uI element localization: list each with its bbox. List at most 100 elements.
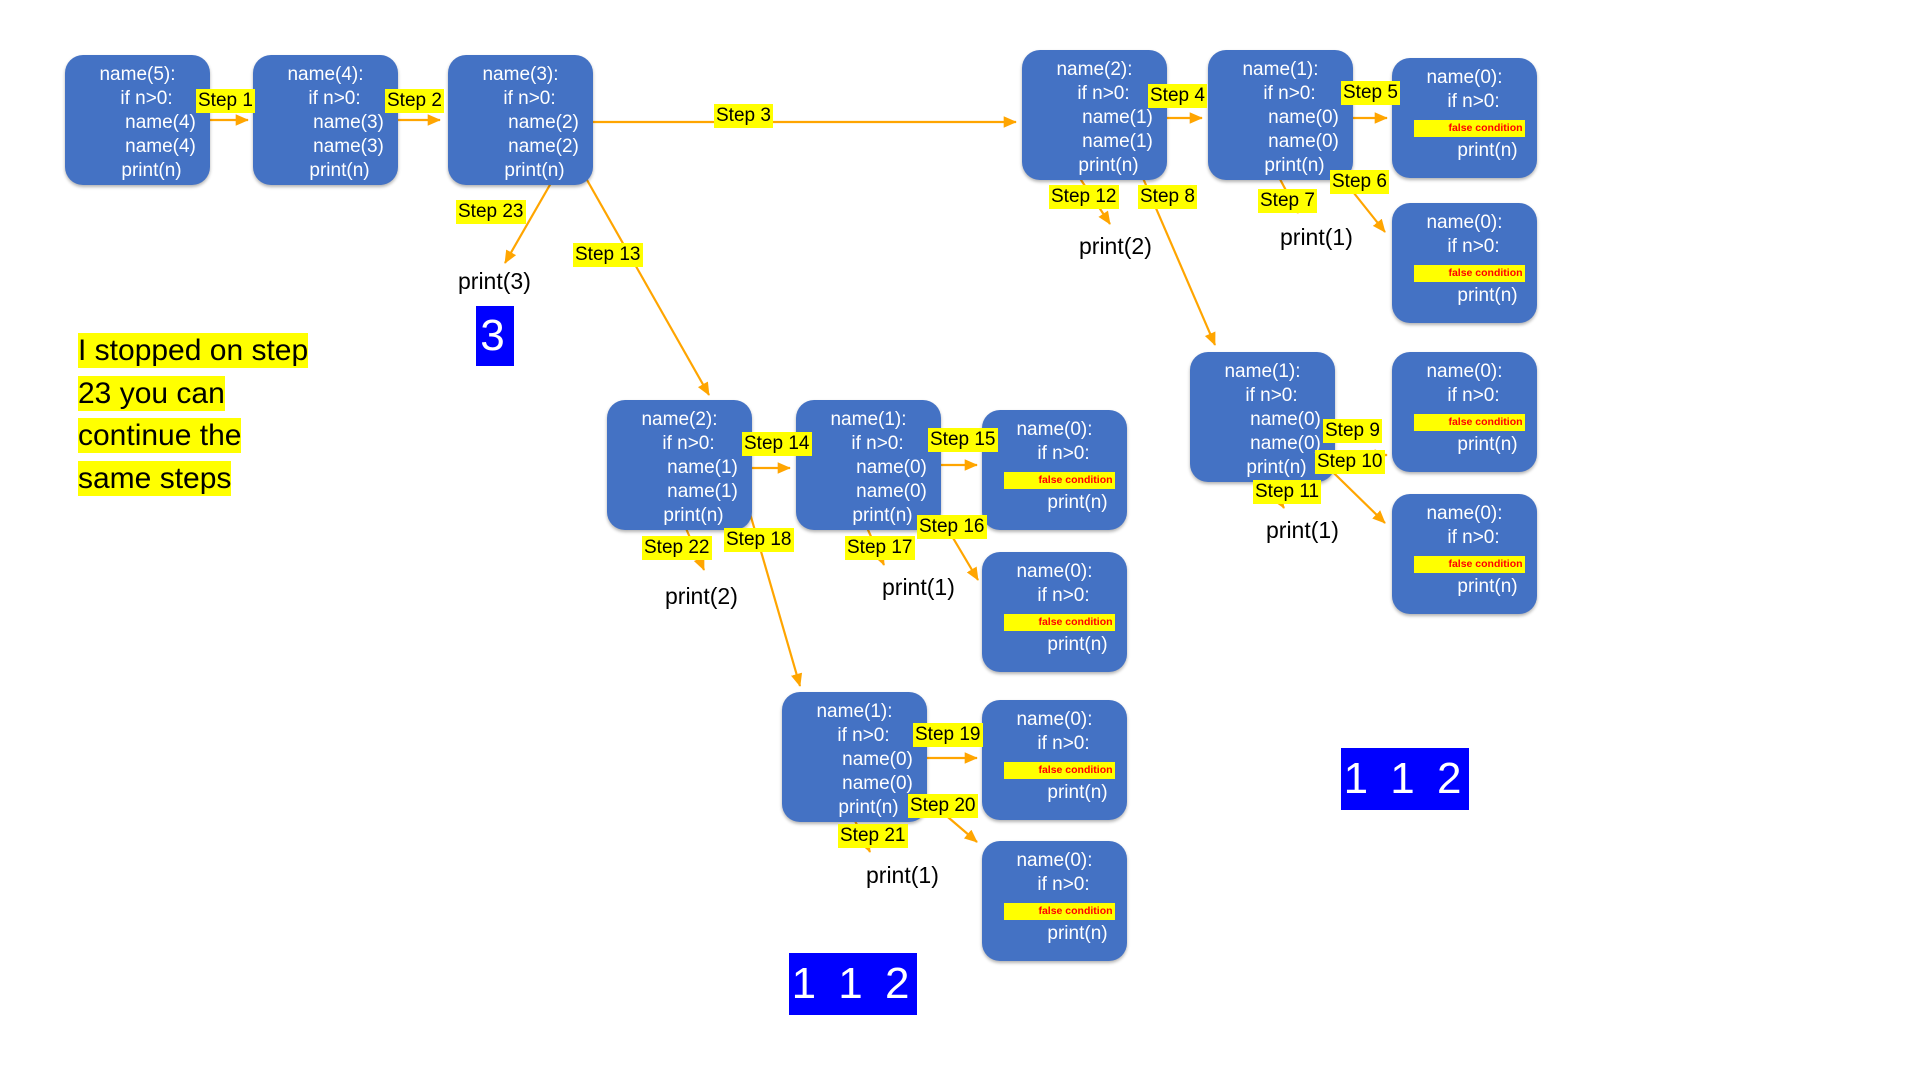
console-output-box: 1 1 2: [1341, 748, 1469, 810]
frame-line: if n>0:: [837, 724, 890, 746]
call-frame: name(0): if n>0: false condition print(n): [1392, 352, 1537, 472]
step-label: Step 9: [1323, 419, 1382, 443]
frame-line: name(1): [667, 456, 738, 478]
frame-line: print(n): [1078, 154, 1139, 176]
step-label: Step 11: [1253, 480, 1322, 504]
step-label: Step 16: [917, 515, 987, 539]
frame-line: name(0): [1268, 106, 1339, 128]
step-label: Step 13: [573, 243, 643, 267]
print-output-label: print(1): [882, 574, 955, 600]
frame-line: print(n): [1047, 492, 1108, 513]
author-note: I stopped on step 23 you can continue th…: [78, 330, 318, 500]
console-output-box: 1 1 2: [789, 953, 917, 1015]
frame-line: name(1):: [816, 701, 893, 722]
call-frame: name(0): if n>0: false condition print(n): [1392, 58, 1537, 178]
frame-line: name(2): [508, 111, 579, 133]
frame-line: if n>0:: [1447, 235, 1500, 257]
frame-line: name(0): [856, 480, 927, 502]
step-label: Step 14: [742, 432, 812, 456]
step-label: Step 12: [1049, 185, 1119, 209]
frame-line: name(0):: [1016, 709, 1093, 730]
frame-line: if n>0:: [1037, 732, 1090, 754]
frame-line: name(1):: [1242, 59, 1319, 80]
print-output-label: print(1): [1280, 224, 1353, 250]
frame-line: if n>0:: [503, 87, 556, 109]
call-frame: name(3): if n>0: name(2) name(2) print(n): [448, 55, 593, 185]
frame-line: if n>0:: [1077, 82, 1130, 104]
step-label: Step 2: [385, 89, 444, 113]
frame-line: if n>0:: [308, 87, 361, 109]
frame-line: name(0): [842, 748, 913, 770]
frame-line: name(0):: [1426, 212, 1503, 233]
call-frame: name(2): if n>0: name(1) name(1) print(n): [1022, 50, 1167, 180]
frame-line: print(n): [838, 796, 899, 818]
step-label: Step 17: [845, 536, 915, 560]
print-output-label: print(1): [1266, 517, 1339, 543]
frame-line: print(n): [1457, 434, 1518, 455]
edge-step-13: [569, 149, 710, 396]
frame-line: if n>0:: [1037, 584, 1090, 606]
step-label: Step 22: [642, 536, 712, 560]
frame-line: false condition: [982, 608, 1127, 633]
step-label: Step 19: [913, 723, 983, 747]
frame-line: name(0): [856, 456, 927, 478]
frame-line: print(n): [504, 159, 565, 181]
frame-line: false condition: [982, 466, 1127, 491]
frame-line: false condition: [982, 756, 1127, 781]
step-label: Step 23: [456, 200, 526, 224]
call-frame: name(0): if n>0: false condition print(n): [982, 700, 1127, 820]
step-label: Step 6: [1330, 170, 1389, 194]
frame-line: name(0):: [1016, 850, 1093, 871]
call-frame: name(1): if n>0: name(0) name(0) print(n): [782, 692, 927, 822]
frame-line: print(n): [1047, 923, 1108, 944]
step-label: Step 10: [1315, 450, 1385, 474]
frame-line: name(0): [1250, 408, 1321, 430]
frame-line: print(n): [663, 504, 724, 526]
frame-line: name(0): [1268, 130, 1339, 152]
frame-line: print(n): [1457, 140, 1518, 161]
false-condition-badge: false condition: [1004, 902, 1115, 920]
call-frame: name(1): if n>0: name(0) name(0) print(n): [796, 400, 941, 530]
frame-line: name(0):: [1426, 67, 1503, 88]
frame-line: name(1):: [1224, 361, 1301, 382]
frame-line: print(n): [1457, 285, 1518, 306]
frame-line: name(0): [842, 772, 913, 794]
frame-line: name(0):: [1016, 561, 1093, 582]
call-frame: name(0): if n>0: false condition print(n): [1392, 494, 1537, 614]
step-label: Step 8: [1138, 185, 1197, 209]
frame-line: name(3):: [482, 64, 559, 85]
frame-line: name(0):: [1426, 361, 1503, 382]
frame-line: print(n): [1047, 634, 1108, 655]
frame-line: if n>0:: [1037, 873, 1090, 895]
diagram-canvas: name(5): if n>0: name(4) name(4) print(n) nam…: [0, 0, 1920, 1080]
frame-line: if n>0:: [1447, 526, 1500, 548]
false-condition-badge: false condition: [1414, 555, 1525, 573]
print-output-label: print(3): [458, 268, 531, 294]
frame-line: name(1): [1082, 130, 1153, 152]
frame-line: name(0):: [1016, 419, 1093, 440]
frame-line: print(n): [121, 159, 182, 181]
frame-line: name(1): [1082, 106, 1153, 128]
false-condition-badge: false condition: [1004, 471, 1115, 489]
print-output-label: print(2): [1079, 233, 1152, 259]
frame-line: if n>0:: [1245, 384, 1298, 406]
frame-line: name(4): [125, 111, 196, 133]
frame-line: name(2):: [641, 409, 718, 430]
false-condition-badge: false condition: [1004, 613, 1115, 631]
frame-line: print(n): [1246, 456, 1307, 478]
frame-line: name(0): [1250, 432, 1321, 454]
frame-line: if n>0:: [851, 432, 904, 454]
frame-line: if n>0:: [662, 432, 715, 454]
step-label: Step 1: [196, 89, 255, 113]
step-label: Step 21: [838, 824, 908, 848]
frame-line: false condition: [1392, 550, 1537, 575]
frame-line: name(2): [508, 135, 579, 157]
frame-line: name(5):: [99, 64, 176, 85]
frame-line: name(0):: [1426, 503, 1503, 524]
frame-line: name(3): [313, 135, 384, 157]
frame-line: name(4):: [287, 64, 364, 85]
frame-line: if n>0:: [1037, 442, 1090, 464]
frame-line: name(3): [313, 111, 384, 133]
call-frame: name(4): if n>0: name(3) name(3) print(n): [253, 55, 398, 185]
call-frame: name(5): if n>0: name(4) name(4) print(n): [65, 55, 210, 185]
